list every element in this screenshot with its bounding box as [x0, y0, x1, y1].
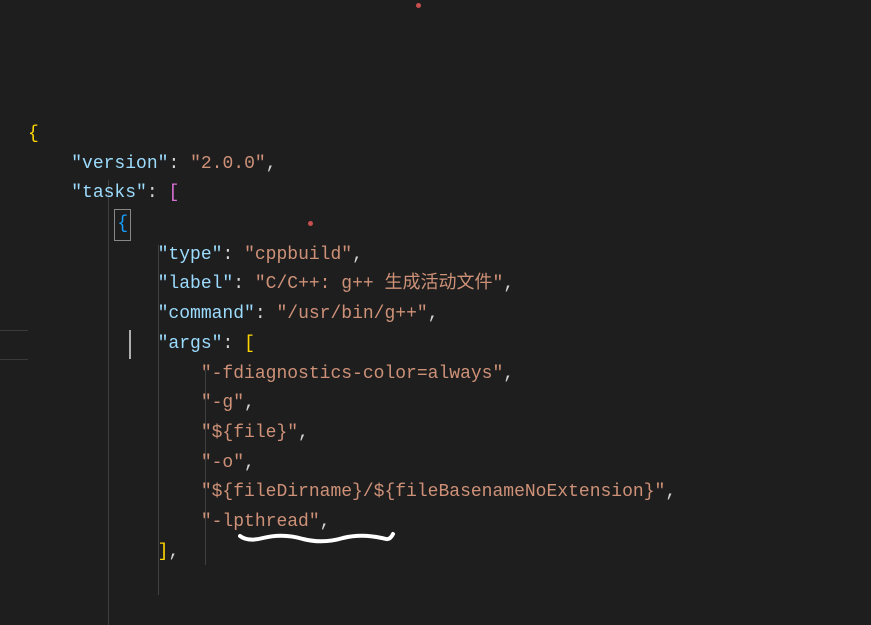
comma: , — [503, 360, 514, 390]
bracket-open: [ — [168, 179, 179, 209]
json-value-arg2: "${file}" — [201, 419, 298, 449]
code-line-13[interactable]: "${fileDirname}/${fileBasenameNoExtensio… — [28, 478, 871, 508]
comma: , — [352, 241, 363, 271]
json-value-type: "cppbuild" — [244, 241, 352, 271]
colon: : — [147, 179, 158, 209]
json-value-arg0: "-fdiagnostics-color=always" — [201, 360, 503, 390]
code-line-10[interactable]: "-g", — [28, 389, 871, 419]
json-value-arg4: "${fileDirname}/${fileBasenameNoExtensio… — [201, 478, 665, 508]
code-line-4[interactable]: { — [28, 209, 871, 241]
code-editor[interactable]: { "version": "2.0.0", "tasks": [ { "type… — [28, 120, 871, 567]
brace-open-highlighted: { — [114, 209, 131, 241]
code-line-3[interactable]: "tasks": [ — [28, 179, 871, 209]
annotation-dot-top — [416, 3, 421, 8]
comma: , — [298, 419, 309, 449]
code-line-6[interactable]: "label": "C/C++: g++ 生成活动文件", — [28, 270, 871, 300]
comma: , — [320, 508, 331, 538]
json-key-label: "label" — [158, 270, 234, 300]
bracket-close: ] — [158, 538, 169, 568]
json-key-args: "args" — [158, 330, 223, 360]
json-value-label: "C/C++: g++ 生成活动文件" — [255, 270, 503, 300]
json-value-arg1: "-g" — [201, 389, 244, 419]
colon: : — [222, 241, 233, 271]
comma: , — [428, 300, 439, 330]
comma: , — [168, 538, 179, 568]
code-line-5[interactable]: "type": "cppbuild", — [28, 241, 871, 271]
code-line-14[interactable]: "-lpthread", — [28, 508, 871, 538]
brace-open: { — [28, 120, 39, 150]
comma: , — [244, 389, 255, 419]
code-line-11[interactable]: "${file}", — [28, 419, 871, 449]
json-value-command: "/usr/bin/g++" — [276, 300, 427, 330]
colon: : — [222, 330, 233, 360]
code-line-2[interactable]: "version": "2.0.0", — [28, 150, 871, 180]
comma: , — [665, 478, 676, 508]
annotation-dot-mid — [308, 221, 313, 226]
code-line-15[interactable]: ], — [28, 538, 871, 568]
comma: , — [503, 270, 514, 300]
colon: : — [168, 150, 179, 180]
comma: , — [266, 150, 277, 180]
json-key-tasks: "tasks" — [71, 179, 147, 209]
json-key-type: "type" — [158, 241, 223, 271]
json-value-arg3: "-o" — [201, 449, 244, 479]
code-line-12[interactable]: "-o", — [28, 449, 871, 479]
colon: : — [233, 270, 244, 300]
json-value-version: "2.0.0" — [190, 150, 266, 180]
json-key-command: "command" — [158, 300, 255, 330]
code-line-1[interactable]: { — [28, 120, 871, 150]
json-key-version: "version" — [71, 150, 168, 180]
code-line-8[interactable]: "args": [ — [28, 330, 871, 360]
colon: : — [255, 300, 266, 330]
code-line-7[interactable]: "command": "/usr/bin/g++", — [28, 300, 871, 330]
comma: , — [244, 449, 255, 479]
json-value-arg5: "-lpthread" — [201, 508, 320, 538]
bracket-open: [ — [244, 330, 255, 360]
code-line-9[interactable]: "-fdiagnostics-color=always", — [28, 360, 871, 390]
